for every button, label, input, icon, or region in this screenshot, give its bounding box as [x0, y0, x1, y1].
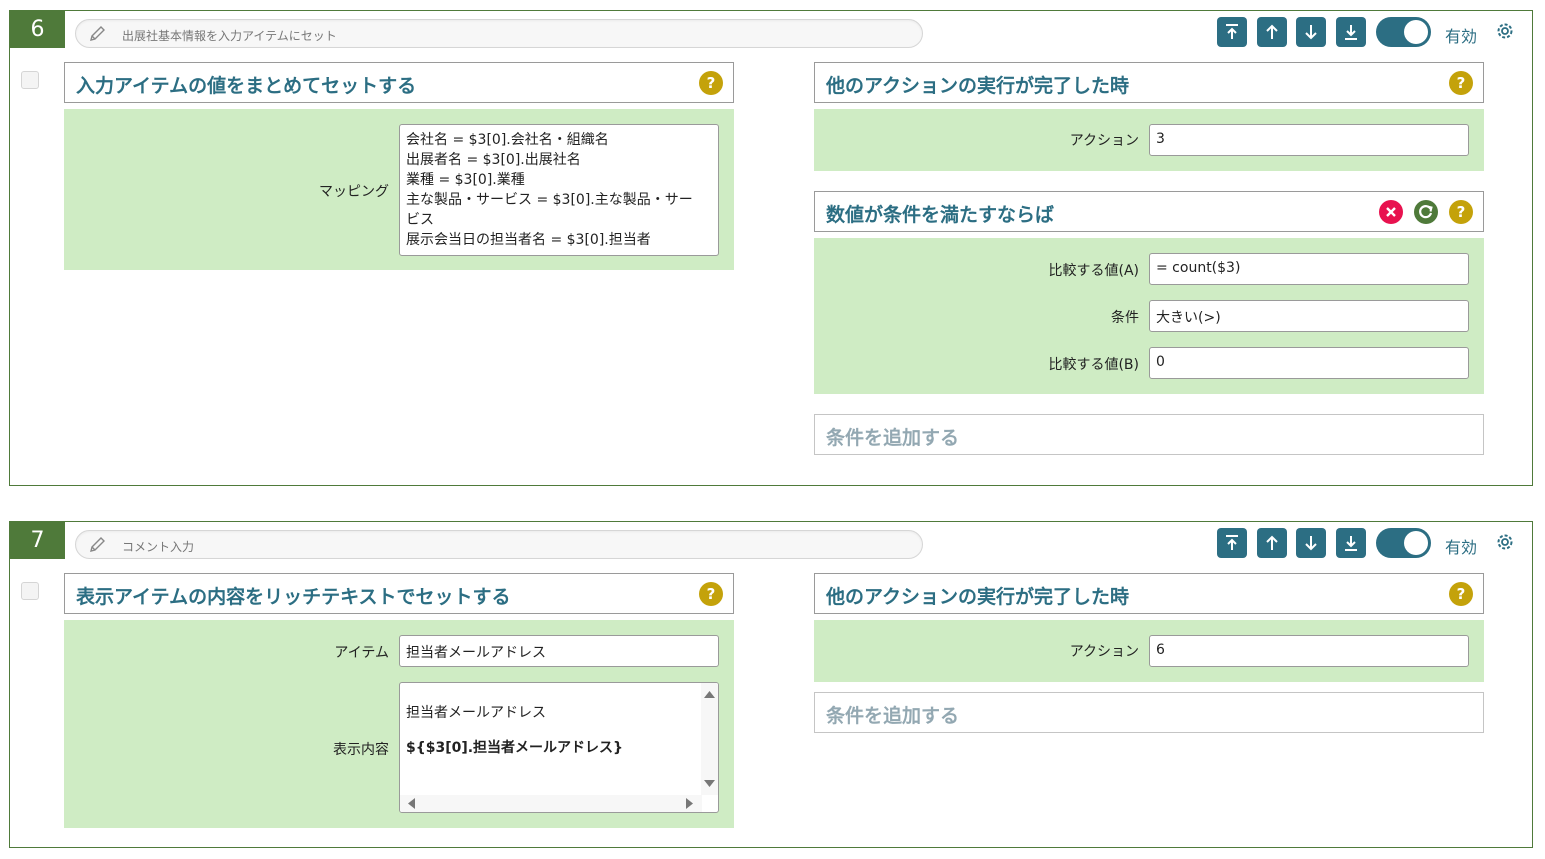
condition-select[interactable]: 大きい(>) — [1149, 300, 1469, 332]
item-select[interactable]: 担当者メールアドレス — [399, 635, 719, 667]
value-a-input[interactable]: = count($3) — [1149, 253, 1469, 285]
action-label: アクション — [1069, 133, 1139, 149]
move-bottom-icon — [1345, 25, 1357, 40]
mapping-line: 展示会当日の担当者名 = $3[0].担当者 — [406, 232, 651, 248]
refresh-button[interactable] — [1414, 200, 1438, 224]
add-condition-button[interactable]: 条件を追加する — [814, 414, 1484, 455]
item-label: アイテム — [334, 645, 389, 661]
comment-placeholder: コメント入力 — [122, 540, 195, 554]
help-icon[interactable]: ? — [1449, 200, 1473, 224]
refresh-icon — [1419, 205, 1433, 219]
trigger-settings: アクション 3 — [814, 109, 1484, 171]
pencil-icon — [90, 26, 105, 41]
gear-icon[interactable] — [1494, 531, 1516, 553]
move-top-icon — [1226, 24, 1238, 39]
block-number: 7 — [10, 522, 65, 559]
move-down-icon — [1305, 536, 1317, 551]
move-up-icon — [1266, 24, 1278, 39]
move-bottom-button[interactable] — [1336, 17, 1366, 47]
comment-input[interactable]: 出展社基本情報を入力アイテムにセット — [75, 19, 923, 48]
move-up-icon — [1266, 535, 1278, 550]
content-line: 担当者メールアドレス — [406, 705, 546, 721]
mapping-line: 業種 = $3[0].業種 — [406, 172, 525, 188]
gear-icon[interactable] — [1494, 20, 1516, 42]
trigger-settings: アクション 6 — [814, 620, 1484, 682]
action-block-7: 7 コメント入力 有効 表示アイテムの内容をリッチテキストでセットする ? アイ… — [9, 521, 1533, 848]
delete-button[interactable] — [1379, 200, 1403, 224]
trigger-title: 他のアクションの実行が完了した時 — [826, 75, 1130, 97]
comment-text: 出展社基本情報を入力アイテムにセット — [122, 29, 337, 43]
toggle-knob — [1404, 531, 1428, 555]
action-block-6: 6 出展社基本情報を入力アイテムにセット 有効 入力アイテムの値をまとめてセット… — [9, 10, 1533, 486]
comment-input[interactable]: コメント入力 — [75, 530, 923, 559]
mapping-line: 出展者名 = $3[0].出展社名 — [406, 152, 581, 168]
value-b-label: 比較する値(B) — [1048, 357, 1139, 373]
help-icon[interactable]: ? — [699, 71, 723, 95]
help-icon[interactable]: ? — [1449, 582, 1473, 606]
mapping-line: 会社名 = $3[0].会社名・組織名 — [406, 132, 609, 148]
help-icon[interactable]: ? — [1449, 71, 1473, 95]
action-settings: マッピング 会社名 = $3[0].会社名・組織名 出展者名 = $3[0].出… — [64, 109, 734, 270]
mapping-label: マッピング — [319, 184, 389, 200]
action-settings: アイテム 担当者メールアドレス 表示内容 担当者メールアドレス ${$3[0].… — [64, 620, 734, 828]
move-up-button[interactable] — [1257, 528, 1287, 558]
move-bottom-button[interactable] — [1336, 528, 1366, 558]
block-toolbar: 有効 — [1217, 17, 1517, 47]
vertical-scrollbar[interactable] — [701, 683, 718, 795]
action-title-bar: 表示アイテムの内容をリッチテキストでセットする ? — [64, 573, 734, 614]
action-title-bar: 入力アイテムの値をまとめてセットする ? — [64, 62, 734, 103]
mapping-line: 主な製品・サービス = $3[0].主な製品・サー — [406, 192, 693, 208]
condition-title-bar: 数値が条件を満たすならば ? — [814, 191, 1484, 232]
delete-icon — [1386, 207, 1396, 217]
enable-toggle[interactable] — [1376, 528, 1431, 558]
trigger-title: 他のアクションの実行が完了した時 — [826, 586, 1130, 608]
move-down-icon — [1305, 25, 1317, 40]
trigger-title-bar: 他のアクションの実行が完了した時 ? — [814, 573, 1484, 614]
trigger-title-bar: 他のアクションの実行が完了した時 ? — [814, 62, 1484, 103]
toggle-knob — [1404, 20, 1428, 44]
value-b-input[interactable]: 0 — [1149, 347, 1469, 379]
action-title: 表示アイテムの内容をリッチテキストでセットする — [76, 586, 511, 608]
content-editor[interactable]: 担当者メールアドレス ${$3[0].担当者メールアドレス} — [399, 682, 719, 813]
horizontal-scrollbar[interactable] — [400, 795, 702, 812]
condition-label: 条件 — [1111, 310, 1139, 326]
add-condition-label: 条件を追加する — [826, 705, 960, 727]
enable-toggle[interactable] — [1376, 17, 1431, 47]
action-number-input[interactable]: 3 — [1149, 124, 1469, 156]
content-label: 表示内容 — [333, 742, 389, 758]
enabled-label: 有効 — [1445, 538, 1478, 557]
move-up-button[interactable] — [1257, 17, 1287, 47]
block-checkbox[interactable] — [21, 582, 39, 600]
mapping-line: ビス — [406, 212, 434, 228]
pencil-icon — [90, 537, 105, 552]
move-down-button[interactable] — [1296, 528, 1326, 558]
scroll-up-icon[interactable] — [701, 686, 718, 703]
action-label: アクション — [1069, 644, 1139, 660]
add-condition-button[interactable]: 条件を追加する — [814, 692, 1484, 733]
scroll-right-icon[interactable] — [681, 795, 698, 812]
scroll-down-icon[interactable] — [701, 775, 718, 792]
move-bottom-icon — [1345, 536, 1357, 551]
move-top-icon — [1226, 535, 1238, 550]
action-number-input[interactable]: 6 — [1149, 635, 1469, 667]
condition-title: 数値が条件を満たすならば — [826, 204, 1055, 226]
block-checkbox[interactable] — [21, 71, 39, 89]
enabled-label: 有効 — [1445, 27, 1478, 46]
content-line-bold: ${$3[0].担当者メールアドレス} — [406, 740, 624, 756]
block-number: 6 — [10, 11, 65, 48]
mapping-textarea[interactable]: 会社名 = $3[0].会社名・組織名 出展者名 = $3[0].出展社名 業種… — [399, 124, 719, 256]
scroll-left-icon[interactable] — [403, 795, 420, 812]
block-toolbar: 有効 — [1217, 528, 1517, 558]
move-down-button[interactable] — [1296, 17, 1326, 47]
condition-settings: 比較する値(A) = count($3) 条件 大きい(>) 比較する値(B) … — [814, 238, 1484, 394]
move-top-button[interactable] — [1217, 528, 1247, 558]
move-top-button[interactable] — [1217, 17, 1247, 47]
help-icon[interactable]: ? — [699, 582, 723, 606]
add-condition-label: 条件を追加する — [826, 427, 960, 449]
value-a-label: 比較する値(A) — [1048, 263, 1139, 279]
action-title: 入力アイテムの値をまとめてセットする — [76, 75, 417, 97]
